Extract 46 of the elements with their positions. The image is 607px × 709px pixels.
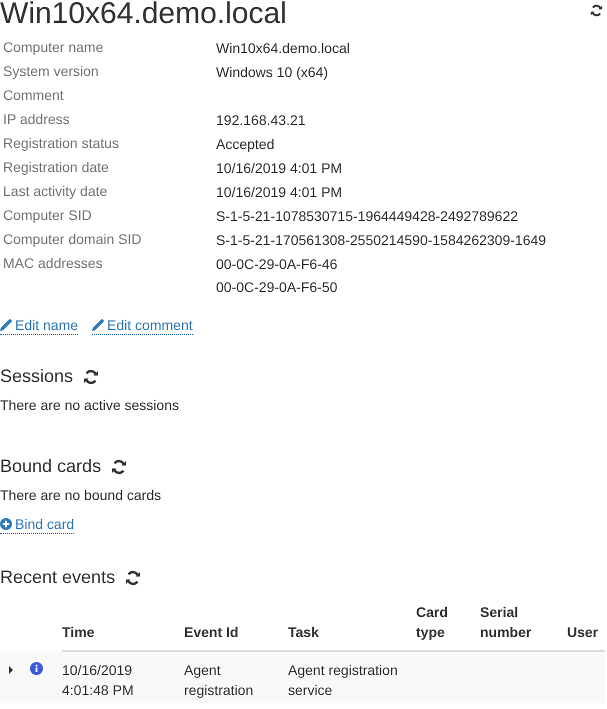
column-header: User [567,623,598,642]
property-label: IP address [3,110,71,129]
refresh-icon[interactable] [125,570,142,586]
property-label: Computer SID [3,206,93,225]
property-label: MAC addresses [3,254,104,273]
section-heading: Recent events [0,567,116,588]
property-label: Last activity date [3,182,108,201]
property-label: Computer domain SID [3,230,143,249]
property-label: Registration status [3,134,120,153]
property-value: S-1-5-21-1078530715-1964449428-2492789622 [216,207,520,226]
expand-caret-icon[interactable] [8,666,14,674]
table-cell-text: Agent registration [184,661,254,700]
property-value: 10/16/2019 4:01 PM [216,183,344,202]
property-value: 00-0C-29-0A-F6-46 [216,255,338,274]
property-value: Accepted [216,135,276,154]
column-header: Card type [416,603,449,642]
edit-link[interactable]: Edit comment [92,316,193,335]
column-header: Event Id [184,623,238,642]
section-heading: Sessions [0,366,74,387]
table-cell-text: 10/16/2019 4:01:48 PM [62,661,135,700]
property-label: System version [3,62,100,81]
property-label: Registration date [3,158,110,177]
refresh-icon[interactable] [590,4,603,17]
refresh-icon[interactable] [83,368,100,384]
property-value: Win10x64.demo.local [216,39,351,58]
property-value: 10/16/2019 4:01 PM [216,159,344,178]
property-value: 00-0C-29-0A-F6-50 [216,278,338,297]
edit-link[interactable]: Edit name [0,316,78,335]
section-heading: Bound cards [0,456,102,477]
property-value: 192.168.43.21 [216,111,307,130]
empty-message: There are no active sessions [0,397,180,413]
column-header: Time [62,623,94,642]
property-value: Windows 10 (x64) [216,63,330,82]
page-title: Win10x64.demo.local [0,0,287,31]
refresh-icon[interactable] [111,458,128,474]
property-label: Comment [3,86,65,105]
column-header: Task [288,623,319,642]
property-label: Computer name [3,38,104,57]
empty-message: There are no bound cards [0,487,162,503]
pencil-icon [0,319,12,331]
property-value: S-1-5-21-170561308-2550214590-1584262309-1649 [216,231,548,250]
table-cell-text: Agent registration service [288,661,399,700]
plus-circle-icon [0,518,12,530]
bind-card-link[interactable]: Bind card [0,515,74,534]
pencil-icon [92,319,104,331]
column-header: Serial number [480,603,532,642]
